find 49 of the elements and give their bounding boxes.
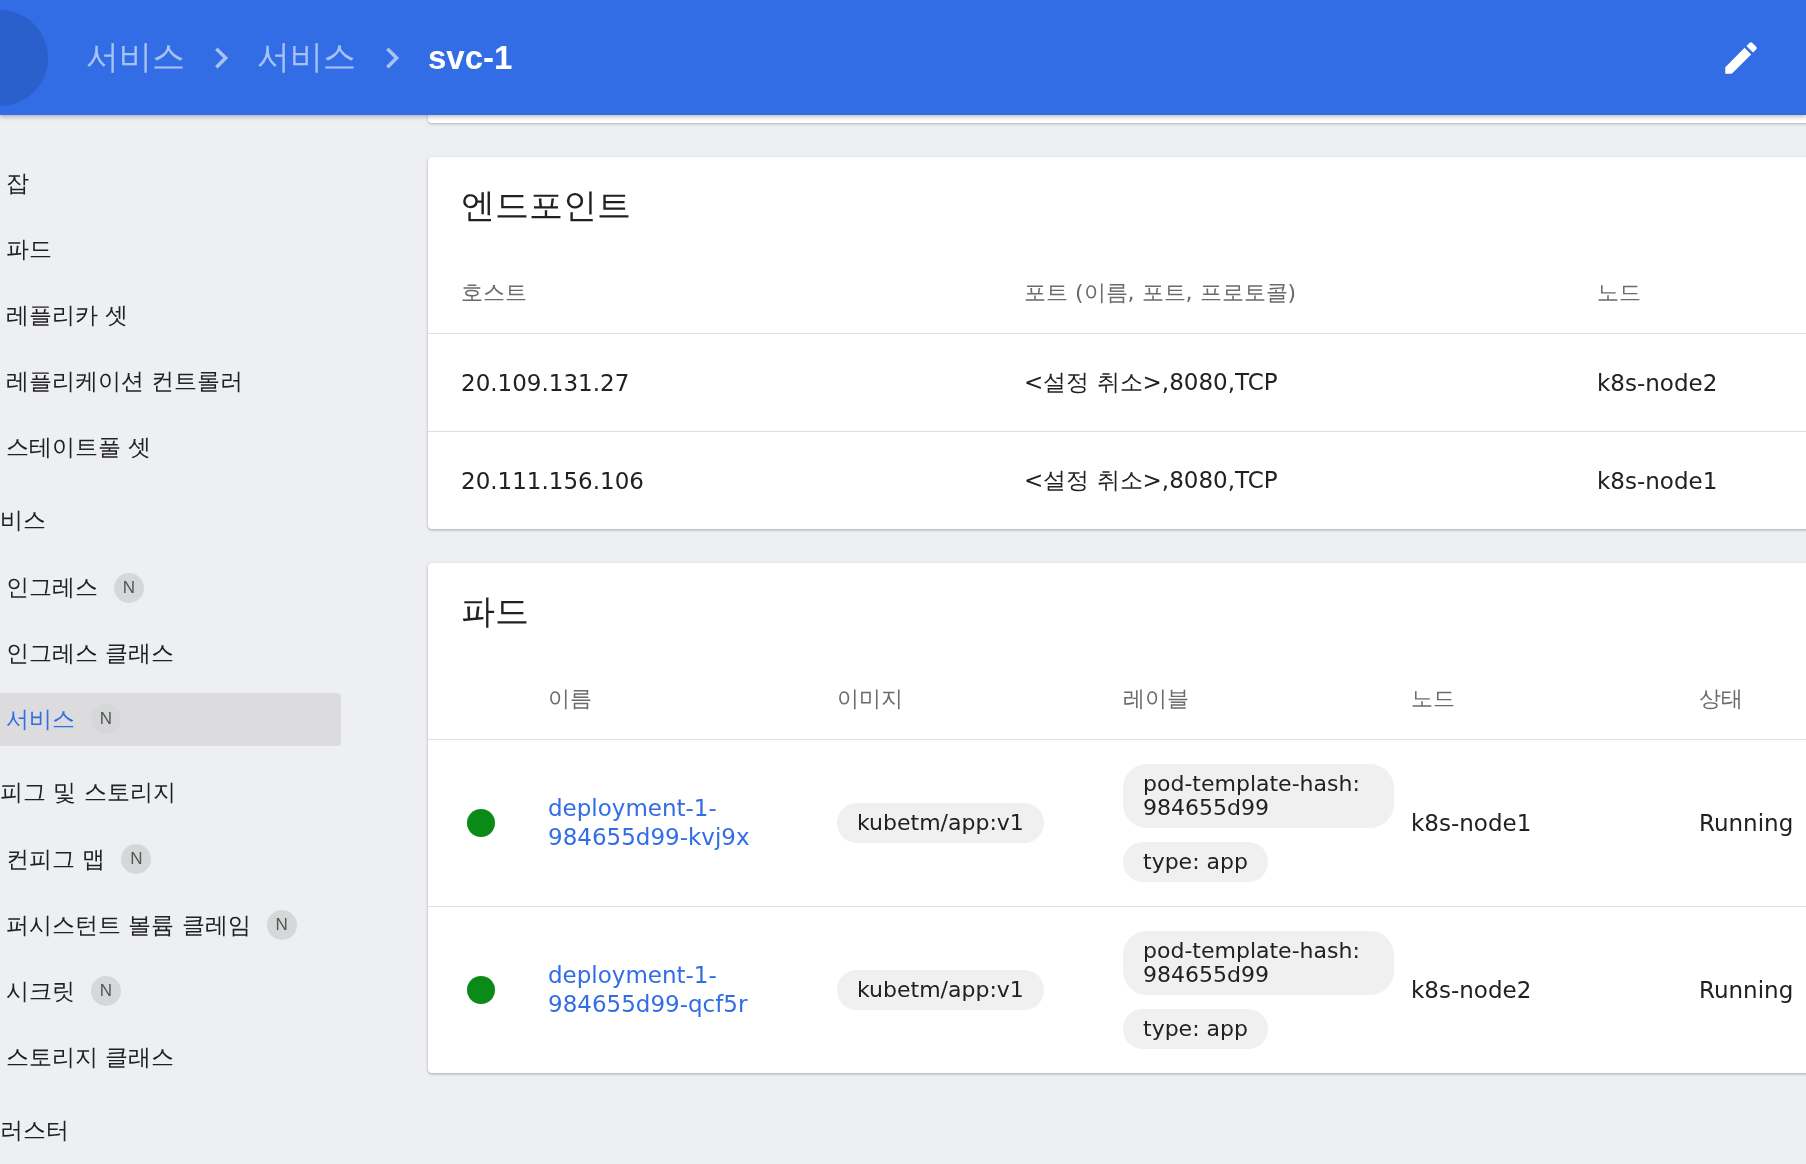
sidebar-item[interactable]: 파드 bbox=[0, 222, 341, 277]
sidebar-item[interactable]: 레플리케이션 컨트롤러 bbox=[0, 354, 341, 409]
namespace-badge: N bbox=[266, 910, 297, 941]
namespace-badge: N bbox=[121, 844, 152, 875]
sidebar-item[interactable]: 레플리카 셋 bbox=[0, 288, 341, 343]
column-header: 상태 bbox=[1699, 685, 1743, 713]
pod-link[interactable]: deployment-1-984655d99-kvj9x bbox=[548, 794, 837, 852]
sidebar-section-title: 러스터 bbox=[0, 1115, 69, 1145]
sidebar-item[interactable]: 퍼시스턴트 볼륨 클레임 N bbox=[0, 898, 341, 953]
table-cell: k8s-node1 bbox=[1411, 810, 1532, 836]
sidebar-item[interactable]: 시크릿 N bbox=[0, 964, 341, 1019]
column-header: 노드 bbox=[1411, 685, 1455, 713]
column-header: 노드 bbox=[1597, 279, 1641, 307]
sidebar-item[interactable]: 스토리지 클래스 bbox=[0, 1030, 341, 1085]
namespace-badge: N bbox=[91, 976, 121, 1007]
label-chip: pod-template-hash: 984655d99 bbox=[1123, 930, 1394, 996]
sidebar-item[interactable]: 인그레스 클래스 bbox=[0, 626, 341, 681]
table-cell: k8s-node2 bbox=[1597, 369, 1718, 396]
sidebar-item[interactable]: 잡 bbox=[0, 157, 341, 211]
namespace-badge: N bbox=[114, 572, 144, 603]
page-title: svc-1 bbox=[428, 38, 513, 77]
pod-link[interactable]: deployment-1-984655d99-qcf5r bbox=[548, 961, 837, 1019]
image-chip: kubetm/app:v1 bbox=[837, 969, 1044, 1011]
label-chip: type: app bbox=[1123, 1009, 1268, 1050]
table-cell-text: <설정 취소>,8080,TCP bbox=[1024, 368, 1278, 397]
table-cell: 20.111.156.106 bbox=[461, 467, 644, 494]
card-title: 엔드포인트 bbox=[461, 185, 631, 225]
label-chip: pod-template-hash: 984655d99 bbox=[1123, 763, 1394, 829]
table-cell: k8s-node2 bbox=[1411, 977, 1532, 1003]
table-cell-text: <설정 취소>,8080,TCP bbox=[1024, 466, 1278, 495]
table-cell: k8s-node1 bbox=[1597, 467, 1718, 494]
column-header: 이미지 bbox=[837, 685, 903, 713]
column-header: 포트 (이름, 포트, 프로토콜) bbox=[1024, 279, 1297, 307]
column-header: 호스트 bbox=[461, 279, 527, 307]
sidebar-item[interactable]: 컨피그 맵 N bbox=[0, 832, 341, 887]
table-cell: 20.109.131.27 bbox=[461, 369, 630, 396]
namespace-badge: N bbox=[91, 704, 121, 735]
column-header: 이름 bbox=[548, 685, 592, 713]
column-header: 레이블 bbox=[1123, 685, 1189, 713]
image-chip: kubetm/app:v1 bbox=[837, 802, 1044, 844]
sidebar-section-title: 피그 및 스토리지 bbox=[0, 777, 176, 807]
sidebar-item[interactable]: 스테이트풀 셋 bbox=[0, 420, 341, 475]
sidebar-item[interactable]: 인그레스 N bbox=[0, 560, 341, 615]
label-chip: type: app bbox=[1123, 842, 1268, 883]
sidebar-item[interactable]: 서비스 N bbox=[0, 692, 341, 747]
card-title: 파드 bbox=[461, 591, 529, 631]
table-cell: Running bbox=[1699, 810, 1794, 836]
sidebar-section-title: 비스 bbox=[0, 506, 46, 536]
table-cell: Running bbox=[1699, 977, 1794, 1003]
